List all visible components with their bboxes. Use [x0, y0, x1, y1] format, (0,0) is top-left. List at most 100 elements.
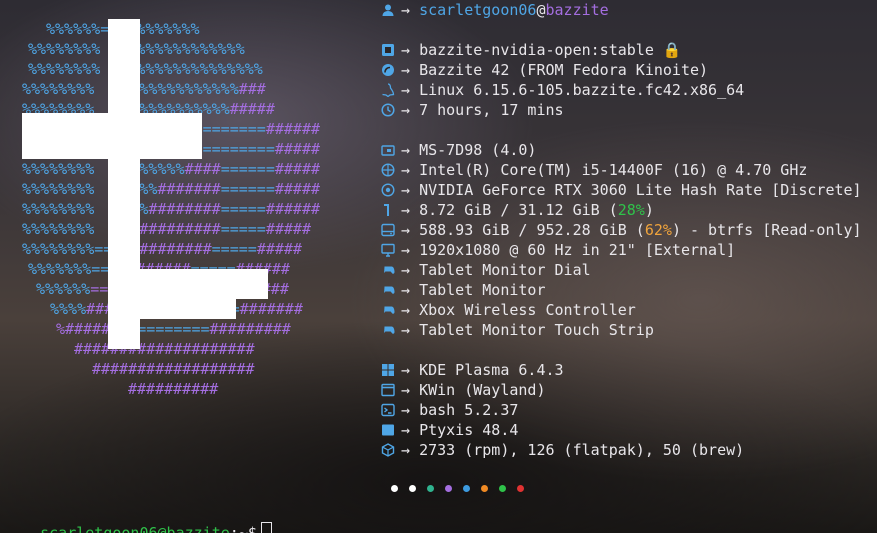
- color-swatch: [481, 485, 488, 492]
- info-arrow: →: [401, 301, 420, 319]
- de-icon: [381, 363, 395, 377]
- disk-icon: [381, 223, 395, 237]
- info-value: bazzite-nvidia-open:stable 🔒: [419, 41, 682, 59]
- logo-segment: %%%%%%%%: [28, 40, 101, 58]
- info-value-suffix: ) - btrfs [Read-only]: [671, 221, 862, 239]
- image-icon: [381, 43, 395, 57]
- color-swatch: [517, 485, 524, 492]
- info-value: 8.72 GiB / 31.12 GiB (: [419, 201, 618, 219]
- info-line: → Tablet Monitor: [381, 280, 546, 300]
- info-line: → Tablet Monitor Dial: [381, 260, 591, 280]
- color-swatch: [427, 485, 434, 492]
- logo-segment: %%%%%%%%: [22, 80, 95, 98]
- info-line: → bash 5.2.37: [381, 400, 518, 420]
- info-arrow: →: [401, 61, 420, 79]
- memory-icon: [381, 203, 395, 217]
- info-line: → 1920x1080 @ 60 Hz in 21" [External]: [381, 240, 735, 260]
- info-value: 2733 (rpm), 126 (flatpak), 50 (brew): [419, 441, 745, 459]
- logo-segment: ####################: [74, 340, 255, 358]
- gamepad-icon: [381, 323, 395, 337]
- info-value: Tablet Monitor Touch Strip: [419, 321, 654, 339]
- logo-segment: =====: [211, 240, 257, 258]
- logo-segment: #########: [130, 240, 212, 258]
- logo-row: ####################: [74, 339, 255, 359]
- logo-row: ##########: [128, 379, 218, 399]
- info-line: → 8.72 GiB / 31.12 GiB (28%): [381, 200, 654, 220]
- gamepad-icon: [381, 283, 395, 297]
- info-value: KWin (Wayland): [419, 381, 546, 399]
- user-icon: [381, 3, 395, 17]
- info-line: → Xbox Wireless Controller: [381, 300, 636, 320]
- logo-cross-shape: [22, 113, 202, 159]
- info-arrow: →: [401, 201, 420, 219]
- wm-icon: [381, 383, 395, 397]
- board-icon: [381, 143, 395, 157]
- info-arrow: →: [401, 161, 420, 179]
- info-value: Xbox Wireless Controller: [419, 301, 636, 319]
- logo-segment: =======: [202, 120, 266, 138]
- logo-segment: %%%%%%%%: [22, 180, 95, 198]
- info-arrow: →: [401, 421, 420, 439]
- logo-cross-shape: [126, 299, 236, 319]
- usage-percent: 62%: [644, 221, 672, 239]
- info-value: 1920x1080 @ 60 Hz in 21" [External]: [419, 241, 736, 259]
- info-line: → NVIDIA GeForce RTX 3060 Lite Hash Rate…: [381, 180, 862, 200]
- gpu-icon: [381, 183, 395, 197]
- info-arrow: →: [401, 381, 420, 399]
- logo-segment: %%%%%%%%: [22, 240, 95, 258]
- color-swatch: [409, 485, 416, 492]
- logo-segment: %%%%%%%: [136, 20, 200, 38]
- info-line: → Tablet Monitor Touch Strip: [381, 320, 654, 340]
- logo-segment: ###: [238, 80, 266, 98]
- info-value: 7 hours, 17 mins: [419, 101, 564, 119]
- info-value: Linux 6.15.6-105.bazzite.fc42.x86_64: [419, 81, 745, 99]
- clock-icon: [381, 103, 395, 117]
- linux-icon: [381, 83, 395, 97]
- color-swatch: [391, 485, 398, 492]
- logo-segment: ######: [265, 120, 321, 138]
- info-line: → 7 hours, 17 mins: [381, 100, 564, 120]
- info-value: Tablet Monitor: [419, 281, 546, 299]
- logo-segment: %%%%%%%%: [22, 200, 95, 218]
- info-line: → Intel(R) Core(TM) i5-14400F (16) @ 4.7…: [381, 160, 807, 180]
- prompt-separator: :: [229, 524, 239, 533]
- logo-segment: ########: [148, 200, 221, 218]
- ascii-logo: %%%%%%====%%%%%%%%%%%%%%% %%%%%%%%%%%%%%…: [22, 19, 362, 399]
- gamepad-icon: [381, 303, 395, 317]
- shell-prompt[interactable]: scarletgoon06@bazzite:~$: [4, 500, 272, 533]
- info-arrow: →: [401, 281, 420, 299]
- color-swatch: [463, 485, 470, 492]
- info-line: → MS-7D98 (4.0): [381, 140, 536, 160]
- info-arrow: →: [401, 261, 420, 279]
- logo-segment: %%%%: [50, 300, 87, 318]
- logo-row: %%%%%%%% %%%########=====######: [22, 199, 320, 219]
- logo-row: %%%%%%%% %%#########=====#####: [22, 219, 311, 239]
- os-icon: [381, 63, 395, 77]
- logo-segment: #####: [229, 100, 275, 118]
- info-value: Tablet Monitor Dial: [419, 261, 591, 279]
- logo-segment: #####: [274, 140, 321, 158]
- info-value: Bazzite 42 (FROM Fedora Kinoite): [419, 61, 709, 79]
- info-arrow: →: [401, 321, 420, 339]
- logo-segment: ========: [202, 140, 275, 158]
- logo-segment: %%%%%%%%%%%%%: [127, 40, 245, 58]
- info-line: → KDE Plasma 6.4.3: [381, 360, 564, 380]
- logo-row: %%%%%%%% %%%%%%%####======#####: [22, 159, 320, 179]
- info-line: → bazzite-nvidia-open:stable 🔒: [381, 40, 682, 60]
- logo-segment: %: [56, 320, 66, 338]
- logo-segment: ##################: [92, 360, 255, 378]
- shell-icon: [381, 403, 395, 417]
- info-line: → Ptyxis 48.4: [381, 420, 518, 440]
- logo-row: %#######=========#########: [56, 319, 291, 339]
- logo-row: ##################: [92, 359, 255, 379]
- logo-row: %%%%%%%% %%%%%%%%%%%%%###: [22, 79, 266, 99]
- info-line: → Linux 6.15.6-105.bazzite.fc42.x86_64: [381, 80, 744, 100]
- info-arrow: →: [401, 361, 420, 379]
- terminal-window[interactable]: %%%%%%====%%%%%%%%%%%%%%% %%%%%%%%%%%%%%…: [0, 0, 877, 533]
- info-value: MS-7D98 (4.0): [419, 141, 537, 159]
- logo-segment: #######: [239, 300, 303, 318]
- info-at-sign: @: [536, 1, 546, 19]
- logo-segment: ##########: [128, 380, 219, 398]
- info-arrow: →: [401, 141, 420, 159]
- logo-segment: =====: [220, 200, 266, 218]
